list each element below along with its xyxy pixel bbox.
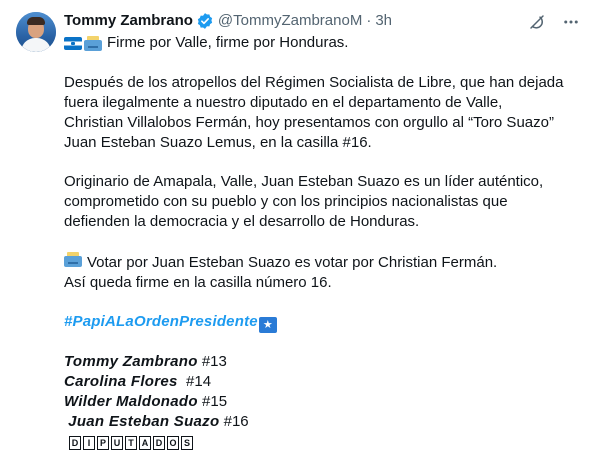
candidate-name: Wilder Maldonado (64, 393, 198, 410)
paragraph-1-line: Christian Villalobos Fermán, hoy present… (64, 114, 554, 131)
candidate-name: Tommy Zambrano (64, 353, 198, 370)
intro-text: Firme por Valle, firme por Honduras. (107, 34, 349, 51)
box-letter: T (125, 436, 137, 450)
author-name[interactable]: Tommy Zambrano (64, 11, 193, 31)
paragraph-1-line: Después de los atropellos del Régimen So… (64, 74, 564, 91)
candidate-name: Juan Esteban Suazo (68, 413, 220, 430)
candidate-line: Carolina Flores #14 (64, 372, 581, 392)
paragraph-2-line: defienden la democracia y el desarrollo … (64, 213, 420, 230)
ballot-box-icon (64, 251, 82, 267)
verified-badge-icon[interactable] (196, 12, 214, 30)
tweet-header: Tommy Zambrano @TommyZambranoM · 3h (64, 11, 581, 31)
paragraph-1-line: fuera ilegalmente a nuestro diputado en … (64, 94, 503, 111)
candidate-number: #16 (223, 413, 249, 430)
vote-text: Votar por Juan Esteban Suazo es votar po… (87, 254, 498, 271)
paragraph-3-line: Votar por Juan Esteban Suazo es votar po… (64, 251, 581, 273)
paragraph-2-line: comprometido con su pueblo y con los pri… (64, 193, 508, 210)
paragraph-1-line: Juan Esteban Suazo Lemus, en la casilla … (64, 134, 372, 151)
candidate-number: #15 (202, 393, 228, 410)
tweet[interactable]: Tommy Zambrano @TommyZambranoM · 3h Firm… (0, 0, 597, 468)
candidate-number: #14 (186, 373, 212, 390)
avatar[interactable] (16, 12, 56, 52)
ballot-box-icon (84, 35, 102, 51)
intro-line: Firme por Valle, firme por Honduras. (64, 33, 581, 53)
diputados-box-letters: D I P U T A D O S (69, 436, 193, 450)
tweet-content: Tommy Zambrano @TommyZambranoM · 3h Firm… (64, 11, 581, 452)
candidate-line: Tommy Zambrano #13 (64, 352, 581, 372)
diputados-line: D I P U T A D O S (64, 432, 581, 452)
box-letter: I (83, 436, 95, 450)
candidate-number: #13 (201, 353, 227, 370)
honduras-flag-icon (64, 36, 82, 50)
box-letter: O (167, 436, 179, 450)
timestamp[interactable]: 3h (375, 11, 392, 31)
candidate-line: Juan Esteban Suazo #16 (64, 412, 581, 432)
hashtag-link[interactable]: #PapiALaOrdenPresidente (64, 313, 258, 330)
avatar-hair (27, 17, 45, 25)
author-handle[interactable]: @TommyZambranoM (218, 11, 362, 31)
candidate-name: Carolina Flores (64, 373, 178, 390)
star-icon: ★ (258, 317, 277, 333)
box-letter: D (69, 436, 81, 450)
hashtag-line: #PapiALaOrdenPresidente ★ (64, 312, 581, 333)
candidate-line: Wilder Maldonado #15 (64, 392, 581, 412)
box-letter: D (153, 436, 165, 450)
box-letter: P (97, 436, 109, 450)
paragraph-3-line: Así queda firme en la casilla número 16. (64, 274, 332, 291)
box-letter: S (181, 436, 193, 450)
box-letter: U (111, 436, 123, 450)
paragraph-2-line: Originario de Amapala, Valle, Juan Esteb… (64, 173, 544, 190)
tweet-text: Firme por Valle, firme por Honduras. Des… (64, 33, 581, 452)
box-letter: A (139, 436, 151, 450)
separator-dot: · (366, 12, 372, 29)
